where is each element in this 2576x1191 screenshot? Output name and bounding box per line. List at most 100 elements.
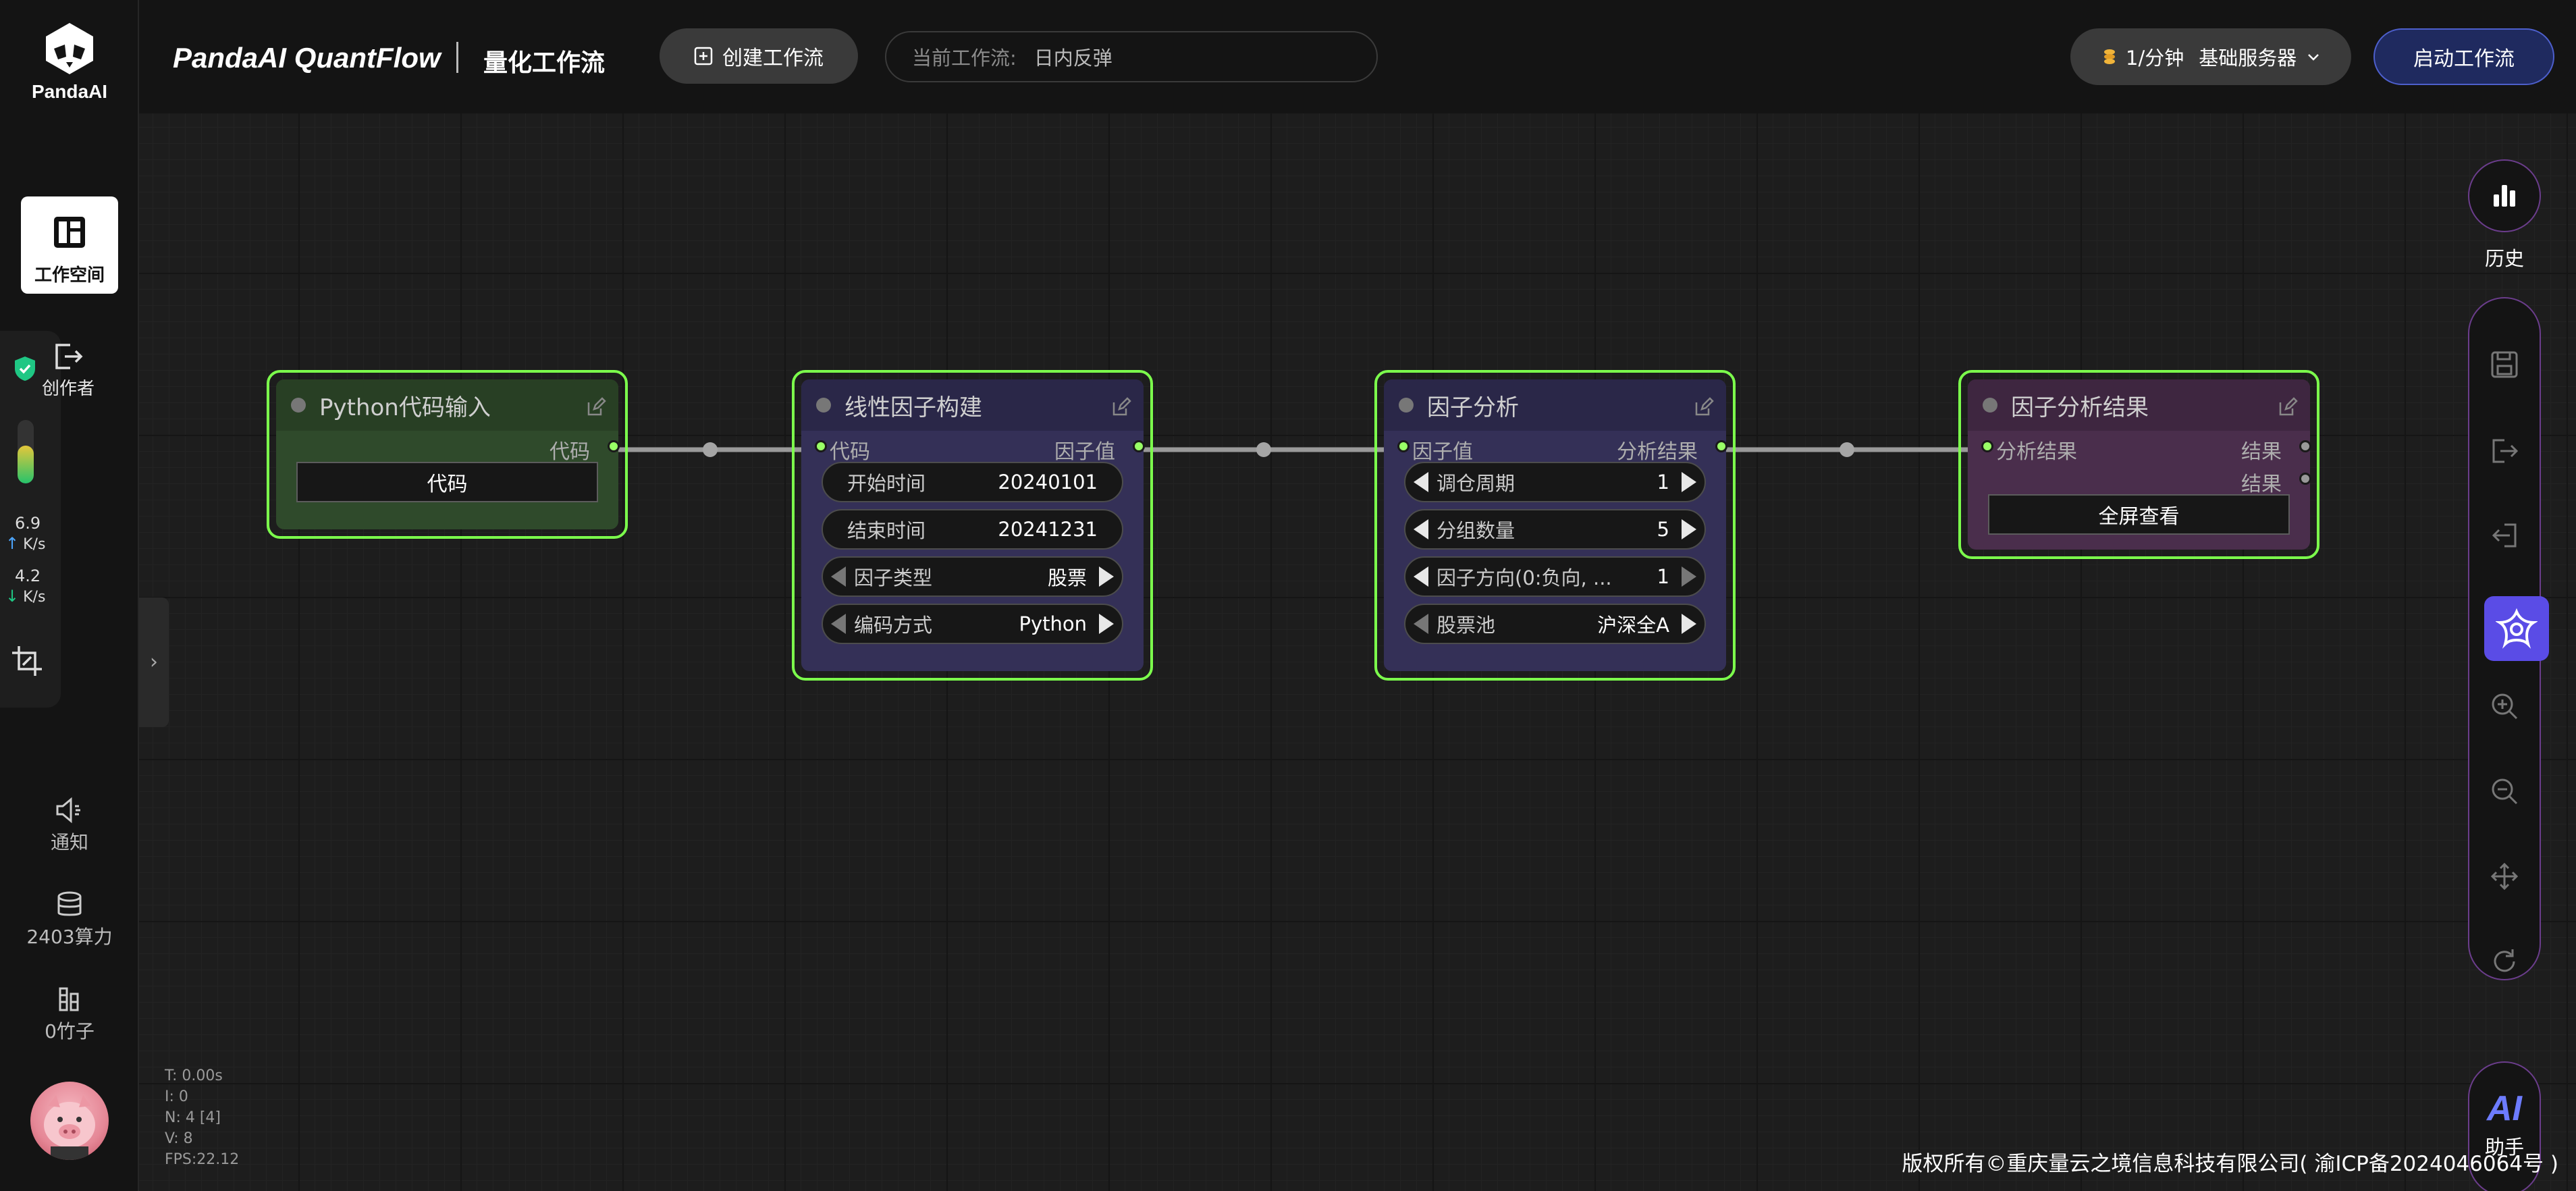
node-python-code-input[interactable]: Python代码输入 代码 代码 xyxy=(267,370,628,539)
node-factor-analysis-result[interactable]: 因子分析结果 分析结果 结果 结果 全屏查看 xyxy=(1958,370,2319,559)
code-button[interactable]: 代码 xyxy=(296,462,598,502)
brand-title: PandaAI QuantFlow xyxy=(173,42,441,74)
edit-icon[interactable] xyxy=(1111,397,1131,420)
output-label: 结果 xyxy=(2241,473,2282,496)
prev-arrow-icon[interactable] xyxy=(831,614,846,634)
widget-value: Python xyxy=(1019,612,1087,635)
widget-label: 调仓周期 xyxy=(1437,472,1515,495)
edit-icon[interactable] xyxy=(1694,397,1714,420)
decrement-arrow-icon[interactable] xyxy=(1414,519,1428,539)
pig-avatar-icon xyxy=(44,1095,95,1160)
current-workflow-field[interactable]: 当前工作流: 日内反弹 xyxy=(885,31,1378,82)
panda-logo-icon xyxy=(46,23,93,74)
create-workflow-label: 创建工作流 xyxy=(722,47,824,70)
node-status-dot xyxy=(1399,398,1414,413)
node-status-dot xyxy=(816,398,831,413)
end-date-field[interactable]: 结束时间 20241231 xyxy=(822,509,1123,550)
fullscreen-view-button[interactable]: 全屏查看 xyxy=(1988,494,2290,535)
widget-value: 20241231 xyxy=(998,518,1098,541)
decrement-arrow-icon[interactable] xyxy=(1414,566,1428,587)
output-port[interactable] xyxy=(2299,473,2311,485)
factor-direction-stepper[interactable]: 因子方向(0:负向, ... 1 xyxy=(1404,556,1706,597)
prev-arrow-icon[interactable] xyxy=(1414,614,1428,634)
database-icon xyxy=(57,891,82,916)
exit-to-icon xyxy=(55,344,83,369)
widget-value: 5 xyxy=(1657,518,1669,541)
node-title: 线性因子构建 xyxy=(844,394,982,421)
widget-label: 编码方式 xyxy=(854,614,933,637)
widget-value: 1 xyxy=(1657,471,1669,494)
arrow-down-icon: ↓ xyxy=(5,587,20,606)
server-select[interactable]: 1/分钟 基础服务器 xyxy=(2070,28,2351,85)
server-label: 基础服务器 xyxy=(2199,47,2297,70)
bamboo-icon xyxy=(59,987,79,1011)
start-workflow-button[interactable]: 启动工作流 xyxy=(2373,28,2554,85)
create-workflow-button[interactable]: 创建工作流 xyxy=(660,28,858,84)
speed-unit: K/s xyxy=(23,589,46,606)
zoom-in-icon[interactable] xyxy=(2486,687,2523,725)
compute-button[interactable]: 2403算力 xyxy=(0,891,139,949)
increment-arrow-icon[interactable] xyxy=(1682,566,1696,587)
node-linear-factor-build[interactable]: 线性因子构建 代码 因子值 开始时间 20240101 结束时间 2024123… xyxy=(792,370,1153,681)
download-speed-value: 4.2 xyxy=(15,566,41,585)
edit-icon[interactable] xyxy=(586,397,606,420)
output-port[interactable] xyxy=(608,440,620,452)
workspace-button[interactable]: 工作空间 xyxy=(21,196,118,294)
notify-label: 通知 xyxy=(50,831,88,853)
creator-button[interactable]: 创作者 xyxy=(38,341,99,400)
increment-arrow-icon[interactable] xyxy=(1682,519,1696,539)
zoom-out-icon[interactable] xyxy=(2486,772,2523,810)
encoding-combo[interactable]: 编码方式 Python xyxy=(822,604,1123,644)
output-label: 结果 xyxy=(2241,440,2282,464)
next-arrow-icon[interactable] xyxy=(1682,614,1696,634)
node-factor-analysis[interactable]: 因子分析 因子值 分析结果 调仓周期 1 分组数量 5 因子方向(0:负向, .… xyxy=(1374,370,1736,681)
input-port[interactable] xyxy=(815,440,827,452)
factor-type-combo[interactable]: 因子类型 股票 xyxy=(822,556,1123,597)
notify-button[interactable]: 通知 xyxy=(0,797,139,855)
node-status-dot xyxy=(1983,398,1997,413)
upload-speed-value: 6.9 xyxy=(15,514,41,533)
output-port[interactable] xyxy=(1715,440,1727,452)
input-port[interactable] xyxy=(1397,440,1410,452)
bar-chart-icon xyxy=(2494,185,2515,207)
widget-label: 开始时间 xyxy=(847,472,926,495)
bamboo-button[interactable]: 0竹子 xyxy=(0,986,139,1044)
increment-arrow-icon[interactable] xyxy=(1682,472,1696,492)
import-icon[interactable] xyxy=(2486,517,2523,554)
workspace-label: 工作空间 xyxy=(34,265,105,286)
next-arrow-icon[interactable] xyxy=(1099,614,1114,634)
next-arrow-icon[interactable] xyxy=(1099,566,1114,587)
workflow-canvas[interactable] xyxy=(139,113,2576,1191)
crop-icon[interactable] xyxy=(11,645,43,677)
edit-icon[interactable] xyxy=(2278,397,2298,420)
gauge-fill xyxy=(18,445,34,483)
node-title: 因子分析 xyxy=(1427,394,1519,421)
avatar[interactable] xyxy=(30,1082,109,1160)
move-icon[interactable] xyxy=(2486,857,2523,895)
app-logo[interactable]: PandaAI xyxy=(0,20,139,103)
group-count-stepper[interactable]: 分组数量 5 xyxy=(1404,509,1706,550)
creator-label: 创作者 xyxy=(41,379,95,399)
ai-tools-button[interactable] xyxy=(2484,596,2549,661)
input-port[interactable] xyxy=(1981,440,1993,452)
prev-arrow-icon[interactable] xyxy=(831,566,846,587)
stat-iterations: I: 0 xyxy=(165,1088,188,1105)
output-port[interactable] xyxy=(1133,440,1145,452)
chevron-right-icon: › xyxy=(150,650,158,674)
refresh-icon[interactable] xyxy=(2486,943,2523,980)
widget-label: 因子方向(0:负向, ... xyxy=(1437,566,1612,589)
widget-value: 20240101 xyxy=(998,471,1098,494)
widget-label: 因子类型 xyxy=(854,566,933,589)
history-label: 历史 xyxy=(2484,247,2524,270)
stat-visible: V: 8 xyxy=(165,1130,193,1147)
output-port[interactable] xyxy=(2299,440,2311,452)
history-button[interactable] xyxy=(2468,159,2541,232)
node-status-dot xyxy=(291,398,306,413)
stock-pool-combo[interactable]: 股票池 沪深全A xyxy=(1404,604,1706,644)
rebalance-period-stepper[interactable]: 调仓周期 1 xyxy=(1404,462,1706,502)
decrement-arrow-icon[interactable] xyxy=(1414,472,1428,492)
export-icon[interactable] xyxy=(2486,432,2523,470)
expand-panel-button[interactable]: › xyxy=(139,598,169,727)
start-date-field[interactable]: 开始时间 20240101 xyxy=(822,462,1123,502)
save-icon[interactable] xyxy=(2486,346,2523,383)
